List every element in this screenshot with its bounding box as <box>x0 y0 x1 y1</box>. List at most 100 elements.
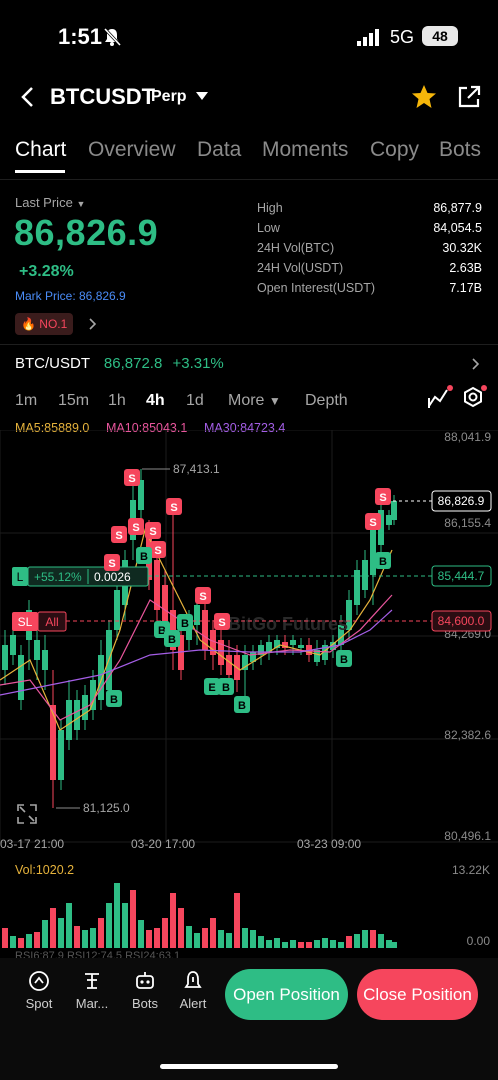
candle-body <box>114 590 120 630</box>
trade-marker-letter: S <box>108 558 115 570</box>
candlestick-chart[interactable]: BitGo Futures 88,041.9 86,155.4 84,269.0… <box>0 430 498 850</box>
volume-bar <box>186 926 192 948</box>
nav-spot[interactable]: Spot <box>17 970 61 1011</box>
trade-marker-letter: E <box>208 682 215 694</box>
volume-bar <box>2 928 8 948</box>
tab-bar: Chart Overview Data Moments Copy Bots <box>0 138 498 174</box>
volume-bar <box>338 942 344 948</box>
close-position-button[interactable]: Close Position <box>357 969 478 1020</box>
volume-bar <box>58 918 64 948</box>
volume-bar <box>330 940 336 948</box>
chevron-right-icon[interactable] <box>88 318 98 330</box>
tf-1h[interactable]: 1h <box>108 392 126 410</box>
candle-body <box>391 501 397 520</box>
tab-overview[interactable]: Overview <box>88 138 176 162</box>
spot-pair-row[interactable]: BTC/USDT 86,872.8 +3.31% <box>15 355 224 372</box>
tf-1d[interactable]: 1d <box>186 392 204 410</box>
sl-tag[interactable]: SL All <box>12 611 67 632</box>
candle-body <box>194 605 200 625</box>
volume-bar <box>282 942 288 948</box>
trade-marker-letter: B <box>140 551 148 563</box>
fire-icon: 🔥 <box>21 317 36 331</box>
candle-body <box>42 650 48 670</box>
candle-body <box>66 700 72 740</box>
volume-bar <box>90 928 96 948</box>
stat-label-low: Low <box>257 221 280 235</box>
tf-depth[interactable]: Depth <box>305 392 348 410</box>
tab-data[interactable]: Data <box>197 138 241 162</box>
stat-value-vol-btc: 30.32K <box>442 241 482 255</box>
stat-value-high: 86,877.9 <box>433 201 482 215</box>
axis-price-1: 88,041.9 <box>444 430 491 444</box>
last-price-label[interactable]: Last Price ▼ <box>15 195 85 210</box>
tf-more[interactable]: More ▼ <box>228 392 281 410</box>
date-label-3: 03-23 09:00 <box>297 837 361 850</box>
tab-bots[interactable]: Bots <box>439 138 481 162</box>
indicator-icon[interactable] <box>426 384 454 412</box>
signal-icon <box>357 29 379 46</box>
pair-change: +3.31% <box>172 355 224 372</box>
volume-bar <box>194 933 200 948</box>
pair-chevron-icon[interactable] <box>471 358 481 370</box>
nav-market[interactable]: Mar... <box>70 970 114 1011</box>
position-tag-letter: L <box>17 570 24 584</box>
caret-down-icon[interactable] <box>195 91 209 101</box>
tf-1m[interactable]: 1m <box>15 392 37 410</box>
position-pnl: +55.12% <box>34 570 82 584</box>
axis-price-5: 80,496.1 <box>444 829 491 843</box>
back-icon[interactable] <box>18 86 38 108</box>
volume-bar <box>82 930 88 948</box>
pair-name: BTC/USDT <box>15 355 90 372</box>
volume-label: Vol:1020.2 <box>15 863 75 877</box>
tf-15m[interactable]: 15m <box>58 392 89 410</box>
market-icon <box>85 973 99 989</box>
volume-bar <box>322 938 328 948</box>
contract-type[interactable]: Perp <box>151 88 187 106</box>
volume-bar <box>178 908 184 948</box>
trade-marker-letter: S <box>115 530 122 542</box>
candle-body <box>58 730 64 780</box>
last-price-value: 86,826.9 <box>14 212 159 253</box>
stat-label-oi: Open Interest(USDT) <box>257 281 376 295</box>
rank-badge[interactable]: 🔥 NO.1 <box>15 313 74 335</box>
tabs-divider <box>0 179 498 180</box>
volume-bar <box>242 928 248 948</box>
price-change: +3.28% <box>19 263 74 280</box>
battery-indicator: 48 <box>422 26 458 46</box>
trade-marker-letter: S <box>218 617 225 629</box>
tab-copy[interactable]: Copy <box>370 138 419 162</box>
share-icon[interactable] <box>456 84 482 110</box>
star-icon[interactable] <box>410 83 438 111</box>
bell-muted-icon <box>103 27 122 47</box>
sl-tag-letter: SL <box>18 615 33 629</box>
candle-body <box>354 570 360 605</box>
trade-marker-letter: S <box>199 591 206 603</box>
volume-bar <box>258 936 264 948</box>
tab-moments[interactable]: Moments <box>262 138 348 162</box>
volume-bar <box>218 930 224 948</box>
volume-bar <box>34 932 40 948</box>
tf-4h[interactable]: 4h <box>146 392 165 410</box>
high-marker-text: 87,413.1 <box>173 462 220 476</box>
volume-bar <box>138 920 144 948</box>
nav-alert[interactable]: Alert <box>171 970 215 1011</box>
watermark-text: BitGo Futures <box>228 614 348 634</box>
chart-settings-icon[interactable] <box>460 384 488 412</box>
nav-bots[interactable]: Bots <box>123 970 167 1011</box>
date-label-2: 03-20 17:00 <box>131 837 195 850</box>
trade-marker-letter: B <box>379 556 387 568</box>
pair-price: 86,872.8 <box>103 355 163 372</box>
candle-body <box>50 705 56 780</box>
low-marker-text: 81,125.0 <box>83 801 130 815</box>
axis-price-4: 82,382.6 <box>444 728 491 742</box>
symbol-title[interactable]: BTCUSDT <box>50 84 155 110</box>
mark-price: Mark Price: 86,826.9 <box>15 289 126 303</box>
network-label: 5G <box>390 27 415 47</box>
volume-bar <box>146 930 152 948</box>
volume-bar <box>226 933 232 948</box>
position-tag[interactable]: L +55.12% 0.0026 <box>12 566 149 587</box>
fullscreen-icon[interactable] <box>17 804 37 824</box>
volume-bar <box>378 934 384 948</box>
tab-chart[interactable]: Chart <box>15 138 66 162</box>
open-position-button[interactable]: Open Position <box>225 969 348 1020</box>
